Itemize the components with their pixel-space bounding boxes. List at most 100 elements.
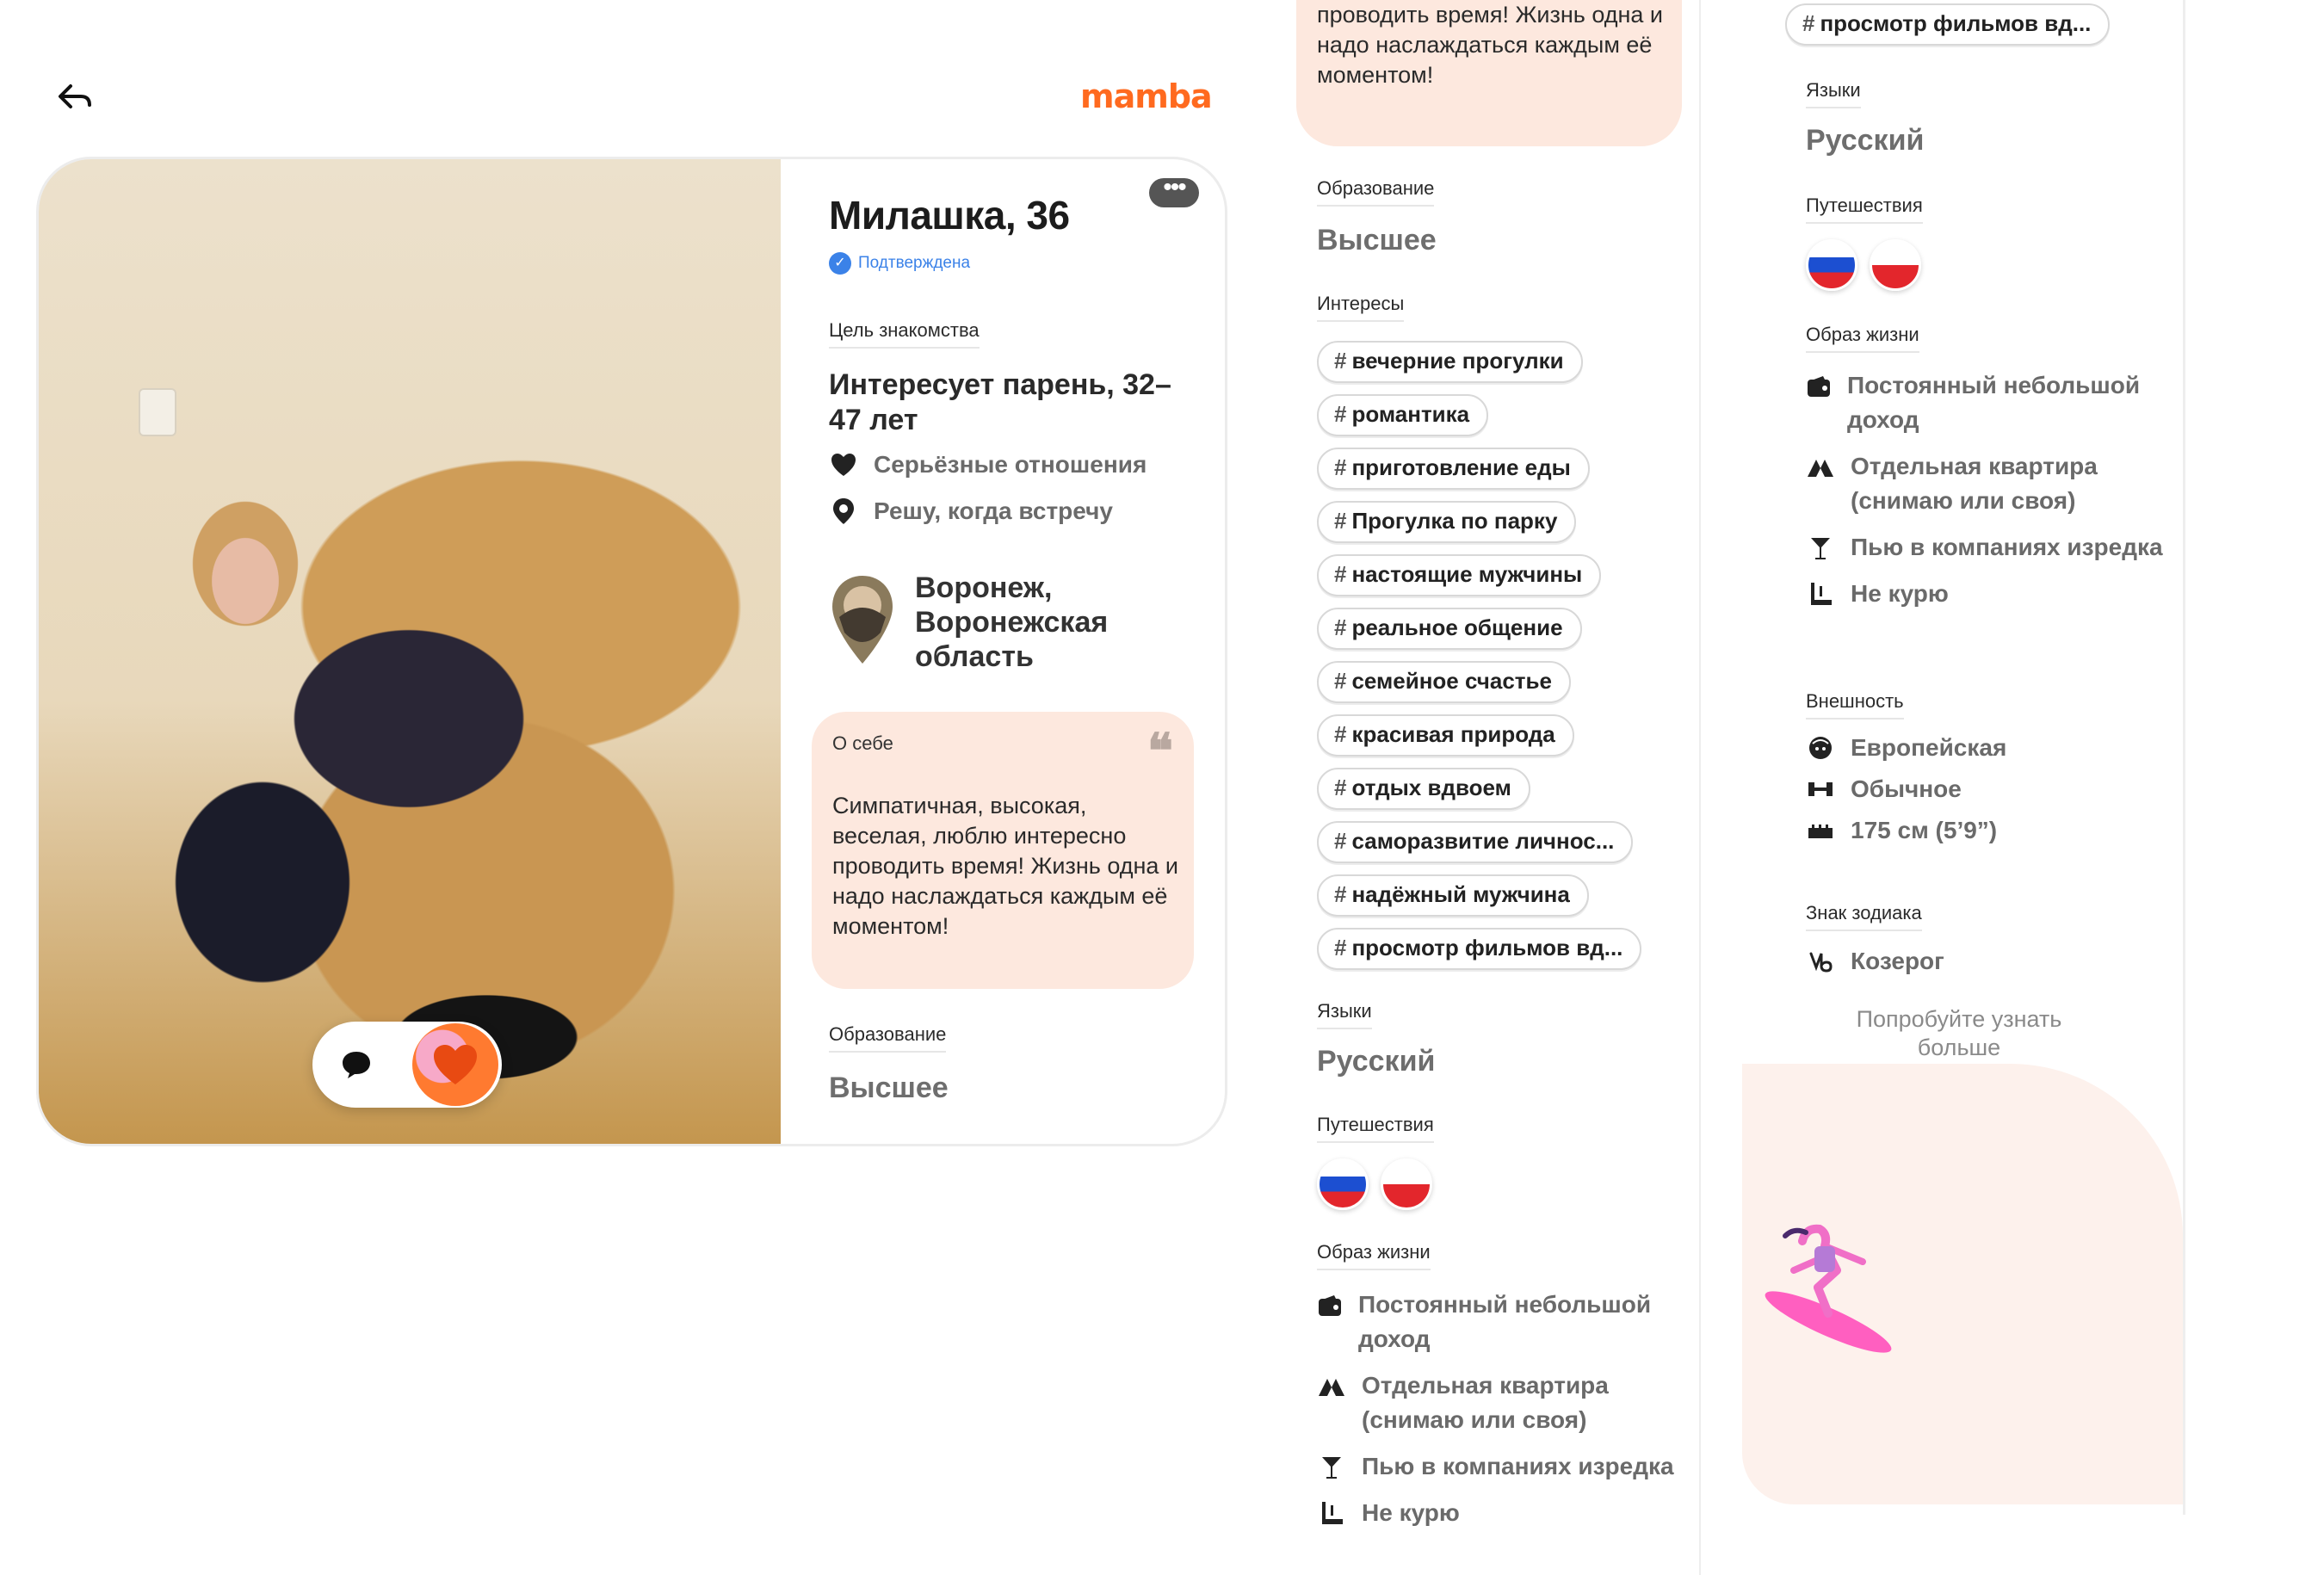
hash-icon: # [1334, 454, 1347, 480]
hash-icon: # [1334, 508, 1347, 534]
lifestyle-text: Пью в компаниях изредка [1362, 1453, 1674, 1479]
cocktail-icon [1317, 1453, 1346, 1482]
hash-icon: # [1334, 775, 1347, 800]
surfer-illustration [1742, 1064, 2183, 1504]
lifestyle-text: Отдельная квартира (снимаю или своя) [1362, 1372, 1609, 1433]
interest-tag[interactable]: # красивая природа [1317, 714, 1574, 757]
travel-flags [1317, 1158, 1432, 1210]
interest-tag[interactable]: # Прогулка по парку [1317, 501, 1577, 543]
interest-tag-label: вечерние прогулки [1351, 348, 1564, 374]
home-icon [1317, 1372, 1346, 1401]
interest-tag[interactable]: # просмотр фильмов вд... [1317, 928, 1642, 970]
hash-icon: # [1334, 828, 1347, 854]
ellipsis-icon: ••• [1163, 173, 1186, 201]
right-edge-divider [2183, 0, 2185, 1515]
interest-tag[interactable]: # вечерние прогулки [1317, 341, 1583, 383]
russia-flag-icon[interactable] [1806, 239, 1857, 291]
back-button[interactable] [53, 79, 98, 114]
interest-tag[interactable]: # саморазвитие личнос... [1317, 821, 1634, 863]
back-arrow-icon [59, 84, 91, 108]
column-divider [1699, 0, 1701, 1575]
zodiac-label: Знак зодиака [1806, 902, 1922, 931]
appearance-list: Европейская Обычное 175 см (5’9”) [1806, 733, 2167, 845]
lifestyle-item: Отдельная квартира (снимаю или своя) [1806, 449, 2167, 518]
hash-icon: # [1334, 881, 1347, 907]
verified-label: Подтверждена [858, 254, 971, 272]
lifestyle-label: Образ жизни [1317, 1241, 1431, 1270]
verified-badge: ✓ Подтверждена [829, 252, 970, 275]
about-text-tail: проводить время! Жизнь одна и надо насла… [1317, 2, 1664, 88]
profile-name-age: Милашка, 36 [829, 193, 1070, 238]
lifestyle-text: Отдельная квартира (снимаю или своя) [1851, 453, 2098, 514]
like-button[interactable] [412, 1023, 498, 1106]
travel-flags-3 [1806, 239, 1921, 291]
quote-icon: ❝ [1147, 723, 1173, 780]
poland-flag-icon[interactable] [1381, 1158, 1432, 1210]
wallet-icon [1317, 1291, 1343, 1320]
interest-tag-label: Прогулка по парку [1351, 508, 1558, 534]
cocktail-icon [1806, 534, 1835, 563]
interest-tag-label: саморазвитие личнос... [1351, 828, 1615, 854]
face-icon [1806, 733, 1835, 763]
chat-bubble-icon [343, 1052, 370, 1078]
lifestyle-item: Пью в компаниях изредка [1317, 1449, 1678, 1484]
interest-tag-label: романтика [1351, 401, 1470, 427]
heart-icon [434, 1045, 477, 1084]
profile-card: Милашка, 36 ••• ✓ Подтверждена Цель знак… [36, 157, 1227, 1146]
interest-tag[interactable]: # приготовление еды [1317, 448, 1590, 490]
relationship-text: Серьёзные отношения [874, 451, 1147, 478]
home-icon [1806, 453, 1835, 482]
try-more-text: Попробуйте узнать больше [1856, 1006, 2062, 1060]
location-avatar-pin [829, 572, 896, 667]
interest-tag[interactable]: # романтика [1317, 394, 1489, 436]
hash-icon: # [1334, 615, 1347, 640]
interests-label: Интересы [1317, 293, 1405, 322]
lifestyle-item: Пью в компаниях изредка [1806, 530, 2167, 565]
education-value-2: Высшее [1317, 224, 1437, 256]
lifestyle-text: Пью в компаниях изредка [1851, 534, 2163, 560]
lifestyle-item: Отдельная квартира (снимаю или своя) [1317, 1368, 1678, 1437]
lifestyle-label-3: Образ жизни [1806, 324, 1919, 353]
interest-tag-label: надёжный мужчина [1351, 881, 1570, 907]
appearance-item: 175 см (5’9”) [1806, 816, 2167, 845]
interest-tag-label: настоящие мужчины [1351, 561, 1583, 587]
no-smoking-icon [1317, 1499, 1346, 1529]
russia-flag-icon[interactable] [1317, 1158, 1369, 1210]
appearance-item: Европейская [1806, 733, 2167, 763]
travel-label-3: Путешествия [1806, 195, 1923, 224]
about-section: О себе ❝ Симпатичная, высокая, веселая, … [812, 712, 1194, 989]
interest-tag[interactable]: # надёжный мужчина [1317, 874, 1589, 917]
message-button[interactable] [340, 1049, 373, 1080]
hash-icon: # [1802, 10, 1815, 36]
interest-tag[interactable]: # просмотр фильмов вд... [1785, 3, 2111, 46]
goal-label: Цель знакомства [829, 319, 980, 349]
mamba-logo[interactable]: mamba [1080, 77, 1213, 115]
interest-tag[interactable]: # отдых вдвоем [1317, 768, 1530, 810]
dumbbell-icon [1806, 775, 1835, 804]
appearance-text: 175 см (5’9”) [1851, 817, 1998, 843]
more-options-button[interactable]: ••• [1149, 175, 1199, 207]
hash-icon: # [1334, 721, 1347, 747]
interest-tag[interactable]: # настоящие мужчины [1317, 554, 1602, 596]
lifestyle-list-3: Постоянный небольшой доход Отдельная ква… [1806, 368, 2167, 611]
relationship-row: Серьёзные отношения [829, 450, 1147, 479]
profile-photo[interactable] [39, 159, 781, 1144]
languages-value-3: Русский [1806, 124, 1925, 157]
about-text: Симпатичная, высокая, веселая, люблю инт… [832, 793, 1179, 939]
poland-flag-icon[interactable] [1870, 239, 1921, 291]
wall-switch-detail [140, 390, 175, 435]
location-text: Воронеж, Воронежская область [915, 571, 1109, 673]
appearance-text: Обычное [1851, 775, 1962, 802]
interest-tag[interactable]: # реальное общение [1317, 608, 1582, 650]
goal-value: Интересует парень, 32–47 лет [829, 368, 1171, 436]
about-section-continued: проводить время! Жизнь одна и надо насла… [1296, 0, 1682, 146]
hash-icon: # [1334, 401, 1347, 427]
interest-tag[interactable]: # семейное счастье [1317, 661, 1571, 703]
hash-icon: # [1334, 348, 1347, 374]
hash-icon: # [1334, 935, 1347, 960]
education-label: Образование [829, 1023, 947, 1053]
lifestyle-item: Не курю [1806, 577, 2167, 611]
education-label-2: Образование [1317, 177, 1435, 207]
no-smoking-icon [1806, 580, 1835, 609]
zodiac-row: Козерог [1806, 947, 1944, 976]
